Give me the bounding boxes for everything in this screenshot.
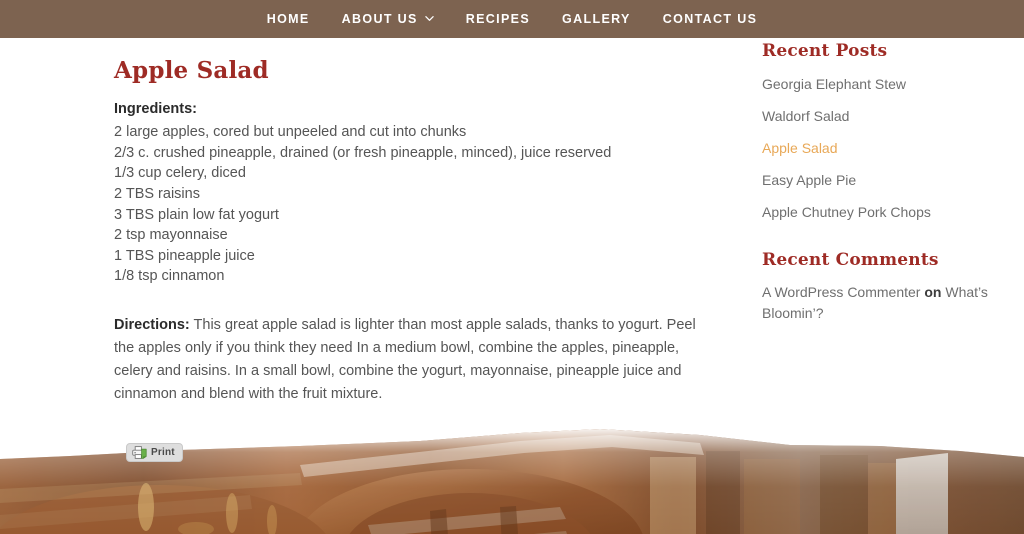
recent-post-link[interactable]: Easy Apple Pie xyxy=(762,172,856,188)
nav-label-contact-us: CONTACT US xyxy=(662,11,758,26)
recent-post-link[interactable]: Apple Chutney Pork Chops xyxy=(762,204,931,220)
print-button-label: Print xyxy=(151,446,175,458)
nav-label-recipes: RECIPES xyxy=(465,11,531,26)
list-item: A WordPress Commenter on What’s Bloomin’… xyxy=(762,282,994,324)
print-button-wrapper: Print xyxy=(126,443,183,464)
ingredient-item: 2 TBS raisins xyxy=(114,186,200,203)
print-button[interactable]: Print xyxy=(126,443,183,462)
list-item: Georgia Elephant Stew xyxy=(762,74,994,95)
ingredients-list: 2 large apples, cored but unpeeled and c… xyxy=(114,122,714,287)
recent-post-link[interactable]: Georgia Elephant Stew xyxy=(762,76,906,92)
nav-item-recipes[interactable]: RECIPES xyxy=(450,0,546,38)
sidebar: Recent Posts Georgia Elephant Stew Waldo… xyxy=(762,41,994,352)
nav-item-home[interactable]: HOME xyxy=(251,0,326,38)
page-title: Apple Salad xyxy=(114,57,269,84)
comment-author-link[interactable]: A WordPress Commenter xyxy=(762,284,920,300)
recipe-article: Apple Salad Ingredients: 2 large apples,… xyxy=(114,58,714,421)
recent-comments-list: A WordPress Commenter on What’s Bloomin’… xyxy=(762,282,994,324)
nav-item-gallery[interactable]: GALLERY xyxy=(546,0,647,38)
ingredient-item: 2 tsp mayonnaise xyxy=(114,227,228,244)
ingredient-item: 1 TBS pineapple juice xyxy=(114,247,255,264)
ingredient-item: 1/8 tsp cinnamon xyxy=(114,268,225,285)
ingredients-heading: Ingredients: xyxy=(114,101,197,118)
list-item: Apple Salad xyxy=(762,138,994,159)
nav-item-about-us[interactable]: ABOUT US xyxy=(326,0,450,38)
nav-item-contact-us[interactable]: CONTACT US xyxy=(647,0,774,38)
printer-icon xyxy=(132,446,147,459)
recent-post-link-current[interactable]: Apple Salad xyxy=(762,140,838,156)
recent-posts-list: Georgia Elephant Stew Waldorf Salad Appl… xyxy=(762,74,994,223)
nav-label-about-us: ABOUT US xyxy=(341,11,418,26)
widget-title-recent-comments: Recent Comments xyxy=(762,249,939,270)
site-header: HOME ABOUT US RECIPES GALLERY CONTACT US xyxy=(0,0,1024,38)
list-item: Easy Apple Pie xyxy=(762,170,994,191)
ingredient-item: 3 TBS plain low fat yogurt xyxy=(114,206,279,223)
ingredient-item: 1/3 cup celery, diced xyxy=(114,165,246,182)
primary-navigation: HOME ABOUT US RECIPES GALLERY CONTACT US xyxy=(0,0,1024,38)
list-item: Apple Chutney Pork Chops xyxy=(762,202,994,223)
directions-heading: Directions: xyxy=(114,317,190,334)
ingredient-item: 2/3 c. crushed pineapple, drained (or fr… xyxy=(114,144,612,161)
directions-text: This great apple salad is lighter than m… xyxy=(114,317,696,403)
directions-paragraph: Directions: This great apple salad is li… xyxy=(114,314,700,406)
widget-recent-posts: Recent Posts Georgia Elephant Stew Waldo… xyxy=(762,41,994,223)
ingredient-item: 2 large apples, cored but unpeeled and c… xyxy=(114,124,467,141)
chevron-down-icon xyxy=(424,14,434,23)
widget-recent-comments: Recent Comments A WordPress Commenter on… xyxy=(762,249,994,325)
comment-connector: on xyxy=(924,284,942,301)
list-item: Waldorf Salad xyxy=(762,106,994,127)
nav-label-gallery: GALLERY xyxy=(562,11,631,26)
page-content: Apple Salad Ingredients: 2 large apples,… xyxy=(0,38,1024,534)
recent-post-link[interactable]: Waldorf Salad xyxy=(762,108,849,124)
widget-title-recent-posts: Recent Posts xyxy=(762,41,888,61)
nav-label-home: HOME xyxy=(266,11,310,26)
nav-list: HOME ABOUT US RECIPES GALLERY CONTACT US xyxy=(0,0,1024,38)
